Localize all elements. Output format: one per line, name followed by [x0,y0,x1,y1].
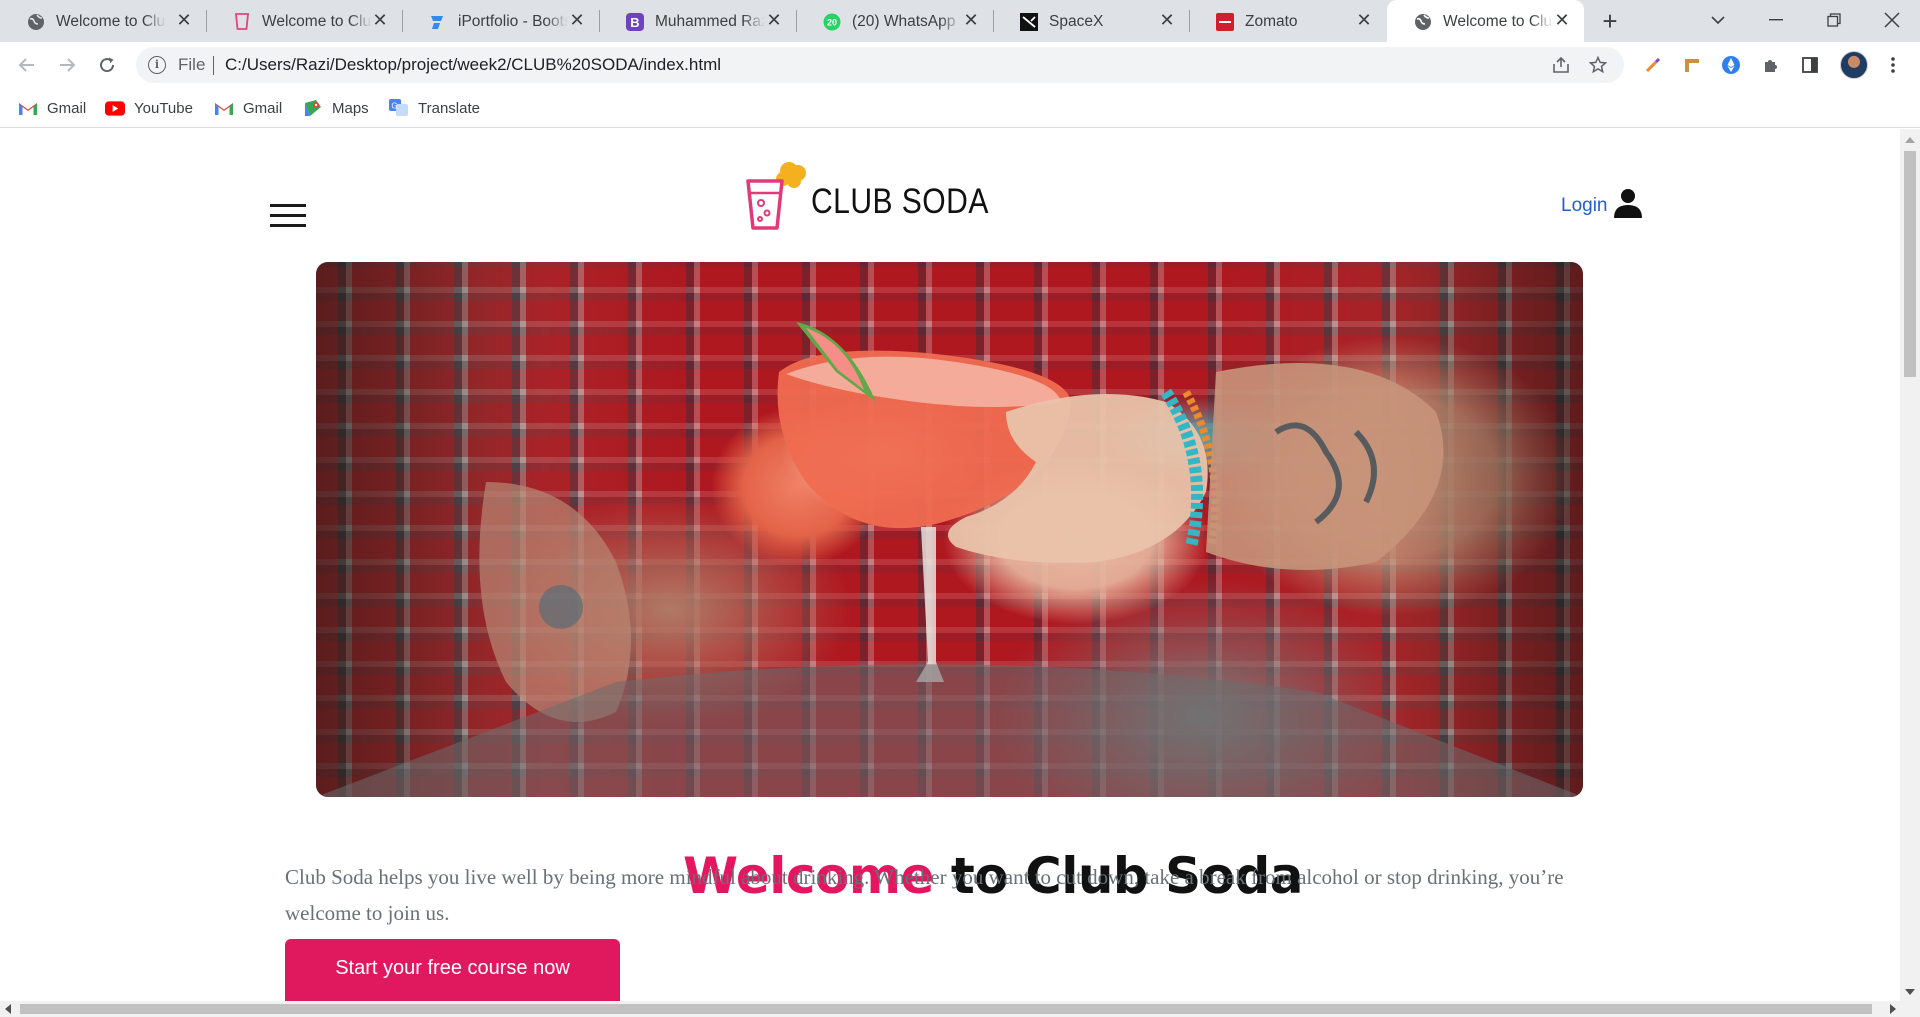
site-info-icon[interactable]: i [148,56,166,74]
browser-tab[interactable]: Welcome to Club Soda ✕ [0,0,207,42]
back-arrow-icon[interactable] [12,50,42,80]
url-scheme-label: File [178,55,206,74]
intro-paragraph: Club Soda helps you live well by being m… [285,865,1564,925]
browser-tab[interactable]: Zomato ✕ [1189,0,1386,42]
gmail-icon [18,99,38,117]
globe-icon [1413,12,1432,31]
scroll-left-icon[interactable] [5,1004,11,1014]
translate-icon: G [389,99,409,117]
bookmark-star-icon[interactable] [1587,54,1609,76]
side-panel-icon[interactable] [1797,52,1823,78]
bookmark-label: YouTube [134,99,193,117]
tab-title: Welcome to Club Soda [262,13,372,30]
tab-close-icon[interactable]: ✕ [764,10,784,30]
globe-icon [26,12,45,31]
new-tab-icon[interactable]: + [1596,8,1624,36]
whatsapp-icon: 20 [822,12,841,31]
svg-text:G: G [391,102,397,111]
club-soda-glass-icon [746,162,806,230]
page-viewport: CLUB SODA Login Welcome to Club Soda Clu… [0,129,1900,1001]
tab-title: Welcome to Club Soda [1443,13,1553,30]
vertical-scrollbar[interactable] [1900,129,1920,1001]
logo-text: CLUB SODA [811,182,989,221]
spacex-icon [1019,12,1038,31]
hero-image [316,262,1583,797]
bookmark-translate[interactable]: G Translate [389,96,480,120]
omnibox-divider [213,56,214,75]
tab-close-icon[interactable]: ✕ [370,10,390,30]
youtube-icon [105,99,125,117]
url-text[interactable]: C:/Users/Razi/Desktop/project/week2/CLUB… [225,55,721,75]
tab-title: iPortfolio - Bootstrap [458,13,568,30]
user-icon[interactable] [1612,187,1644,219]
browser-tab-active[interactable]: Welcome to Club Soda ✕ [1387,0,1584,42]
scroll-right-icon[interactable] [1890,1004,1896,1014]
browser-tab[interactable]: B Muhammed Razi ✕ [599,0,797,42]
close-window-icon[interactable] [1864,0,1920,40]
vertical-scroll-thumb[interactable] [1904,151,1916,377]
horizontal-scrollbar[interactable] [0,1001,1920,1017]
browser-tab[interactable]: SpaceX ✕ [993,0,1190,42]
tab-close-icon[interactable]: ✕ [567,10,587,30]
cocktail-glass-illustration [316,322,1583,797]
browser-menu-icon[interactable] [1880,52,1906,78]
browser-tab[interactable]: Welcome to Club Soda ✕ [206,0,403,42]
bookmark-gmail[interactable]: Gmail [214,96,282,120]
gmail-icon [214,99,234,117]
start-course-button[interactable]: Start your free course now [285,939,620,1001]
browser-toolbar: i File C:/Users/Razi/Desktop/project/wee… [0,42,1920,88]
maps-icon [303,99,323,117]
share-icon[interactable] [1550,54,1572,76]
tab-close-icon[interactable]: ✕ [1354,10,1374,30]
bookmark-youtube[interactable]: YouTube [105,96,193,120]
login-link[interactable]: Login [1561,195,1608,217]
bookmarks-bar: Gmail YouTube Gmail Maps G Translate [0,88,1920,128]
metamask-extension-icon[interactable] [1718,52,1744,78]
hamburger-menu-icon[interactable] [270,204,306,228]
tab-title: Muhammed Razi [655,13,765,30]
extensions-puzzle-icon[interactable] [1758,52,1784,78]
bootstrap-icon: B [625,12,644,31]
scroll-down-icon[interactable] [1905,989,1915,995]
tab-title: (20) WhatsApp [852,13,956,30]
iportfolio-icon [428,12,447,31]
bookmark-maps[interactable]: Maps [303,96,369,120]
zomato-icon [1215,12,1234,31]
tab-close-icon[interactable]: ✕ [1157,10,1177,30]
address-bar[interactable]: i File C:/Users/Razi/Desktop/project/wee… [136,47,1624,83]
svg-text:B: B [630,15,639,30]
tab-strip: Welcome to Club Soda ✕ Welcome to Club S… [0,0,1920,42]
restore-icon[interactable] [1806,0,1862,40]
tab-search-icon[interactable] [1690,0,1746,40]
horizontal-scroll-thumb[interactable] [20,1004,1872,1014]
bookmark-label: Translate [418,99,480,117]
bookmark-label: Gmail [243,99,283,117]
profile-avatar[interactable] [1840,51,1868,79]
tab-title: Zomato [1245,13,1298,30]
club-soda-icon [232,12,251,31]
reload-icon[interactable] [92,50,122,80]
scroll-up-icon[interactable] [1905,137,1915,143]
forward-arrow-icon[interactable] [52,50,82,80]
tab-close-icon[interactable]: ✕ [1552,10,1572,30]
color-picker-extension-icon[interactable] [1640,52,1666,78]
bookmark-label: Gmail [47,99,87,117]
bookmark-label: Maps [332,99,369,117]
browser-tab[interactable]: iPortfolio - Bootstrap ✕ [402,0,600,42]
tab-close-icon[interactable]: ✕ [174,10,194,30]
tab-title: SpaceX [1049,13,1104,30]
bookmark-gmail[interactable]: Gmail [18,96,86,120]
tab-title: Welcome to Club Soda [56,13,166,30]
tab-close-icon[interactable]: ✕ [961,10,981,30]
ruler-extension-icon[interactable] [1679,52,1705,78]
minimize-icon[interactable] [1748,0,1804,40]
svg-text:20: 20 [826,17,836,27]
browser-tab[interactable]: 20 (20) WhatsApp ✕ [796,0,994,42]
